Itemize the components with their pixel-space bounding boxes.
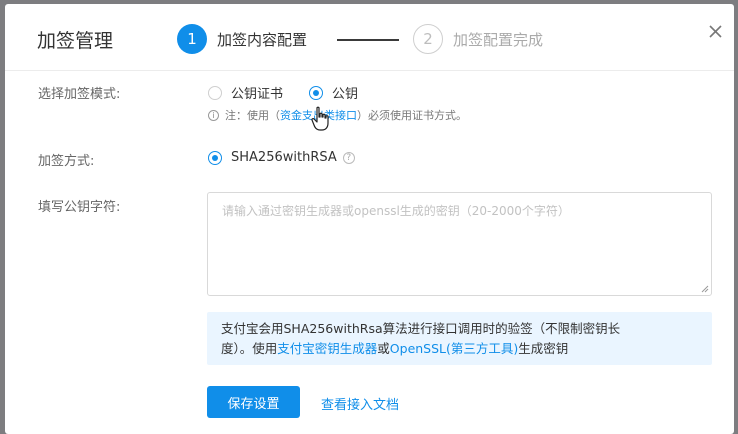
step-connector bbox=[337, 39, 399, 41]
mode-label: 选择加签模式: bbox=[38, 87, 121, 102]
tip-middle: 或 bbox=[377, 341, 390, 356]
dialog-header: 加签管理 1 加签内容配置 2 加签配置完成 bbox=[5, 4, 734, 71]
step-1-number: 1 bbox=[177, 24, 207, 54]
note-prefix: 注：使用（ bbox=[225, 109, 280, 122]
info-tip: 支付宝会用SHA256withRsa算法进行接口调用时的验签（不限制密钥长 度）… bbox=[207, 312, 712, 365]
public-key-textarea[interactable]: 请输入通过密钥生成器或openssl生成的密钥（20-2000个字符） bbox=[207, 192, 712, 296]
info-icon: i bbox=[208, 109, 219, 121]
tip-prefix: 度）。使用 bbox=[221, 341, 278, 356]
method-label: 加签方式: bbox=[38, 154, 95, 169]
step-1: 1 加签内容配置 bbox=[177, 24, 307, 54]
tip-suffix: 生成密钥 bbox=[518, 341, 569, 356]
dialog: 加签管理 1 加签内容配置 2 加签配置完成 选择加签模式: 公钥证书 公钥 i… bbox=[5, 4, 734, 434]
save-button[interactable]: 保存设置 bbox=[207, 386, 300, 418]
radio-cert-mode[interactable]: 公钥证书 bbox=[208, 83, 283, 102]
radio-label: SHA256withRSA bbox=[231, 150, 337, 165]
step-2-number: 2 bbox=[413, 24, 443, 54]
openssl-link[interactable]: OpenSSL(第三方工具) bbox=[390, 341, 518, 356]
radio-circle bbox=[208, 150, 222, 165]
step-2: 2 加签配置完成 bbox=[413, 24, 543, 54]
view-docs-link[interactable]: 查看接入文档 bbox=[321, 394, 399, 413]
radio-public-key-mode[interactable]: 公钥 bbox=[309, 83, 358, 102]
step-1-label: 加签内容配置 bbox=[217, 30, 308, 49]
radio-label: 公钥 bbox=[332, 87, 359, 102]
help-icon[interactable]: ? bbox=[342, 151, 355, 164]
close-icon[interactable] bbox=[705, 21, 727, 43]
dialog-title: 加签管理 bbox=[37, 30, 114, 52]
resize-handle-icon[interactable] bbox=[701, 285, 709, 293]
mode-note: i 注：使用（ 资金支出类接口 ）必须使用证书方式。 bbox=[208, 107, 467, 123]
radio-label: 公钥证书 bbox=[231, 87, 284, 102]
textarea-placeholder: 请输入通过密钥生成器或openssl生成的密钥（20-2000个字符） bbox=[222, 204, 570, 218]
radio-circle bbox=[208, 85, 222, 100]
hand-cursor-icon bbox=[311, 106, 331, 132]
tip-line-2: 度）。使用支付宝密钥生成器或OpenSSL(第三方工具)生成密钥 bbox=[221, 339, 698, 359]
note-suffix: ）必须使用证书方式。 bbox=[357, 109, 467, 122]
key-generator-link[interactable]: 支付宝密钥生成器 bbox=[277, 341, 377, 356]
key-label: 填写公钥字符: bbox=[38, 200, 121, 215]
tip-line-1: 支付宝会用SHA256withRsa算法进行接口调用时的验签（不限制密钥长 bbox=[221, 321, 621, 336]
step-2-label: 加签配置完成 bbox=[453, 30, 544, 49]
radio-sha256[interactable]: SHA256withRSA ? bbox=[208, 150, 355, 165]
radio-circle bbox=[309, 85, 323, 100]
